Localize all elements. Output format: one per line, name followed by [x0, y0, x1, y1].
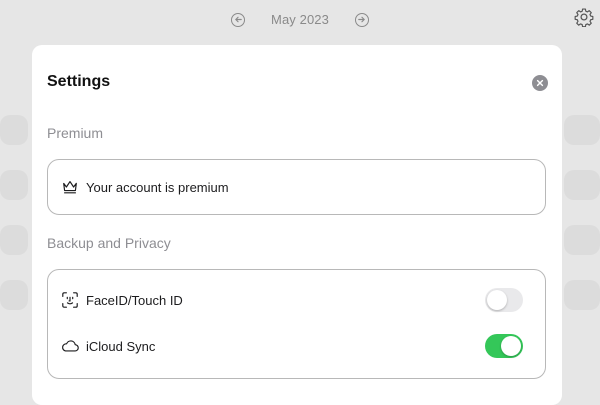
premium-status-label: Your account is premium [86, 179, 229, 195]
background-element [0, 225, 28, 255]
arrow-right-icon [358, 16, 366, 23]
next-month-button[interactable] [354, 12, 369, 27]
month-label: May 2023 [271, 12, 329, 27]
gear-icon[interactable] [574, 7, 594, 27]
prev-month-button[interactable] [231, 12, 246, 27]
background-element [564, 170, 600, 200]
close-button[interactable] [532, 75, 548, 91]
app-header: May 2023 [0, 0, 600, 44]
arrow-left-icon [234, 16, 242, 23]
background-element [0, 170, 28, 200]
toggle-knob [501, 336, 521, 356]
faceid-icon [60, 290, 80, 310]
premium-row[interactable]: Your account is premium [60, 175, 533, 199]
faceid-row[interactable]: FaceID/Touch ID [60, 288, 533, 312]
settings-modal: Settings Premium Your account is premium… [32, 45, 562, 405]
section-header-premium: Premium [47, 125, 104, 141]
icloud-sync-toggle[interactable] [485, 334, 523, 358]
icloud-sync-row[interactable]: iCloud Sync [60, 334, 533, 358]
section-header-backup-privacy: Backup and Privacy [47, 235, 171, 251]
modal-title: Settings [47, 73, 111, 90]
faceid-toggle[interactable] [485, 288, 523, 312]
cloud-icon [60, 336, 80, 356]
background-element [564, 225, 600, 255]
icloud-sync-label: iCloud Sync [86, 338, 156, 354]
background-element [0, 115, 28, 145]
premium-card[interactable]: Your account is premium [47, 159, 546, 215]
month-navigator: May 2023 [0, 12, 600, 27]
backup-privacy-card: FaceID/Touch ID iCloud Sync [47, 269, 546, 379]
background-element [0, 280, 28, 310]
crown-icon [60, 177, 80, 197]
close-icon [536, 79, 544, 87]
background-element [564, 280, 600, 310]
toggle-knob [487, 290, 507, 310]
background-element [564, 115, 600, 145]
faceid-label: FaceID/Touch ID [86, 292, 183, 308]
